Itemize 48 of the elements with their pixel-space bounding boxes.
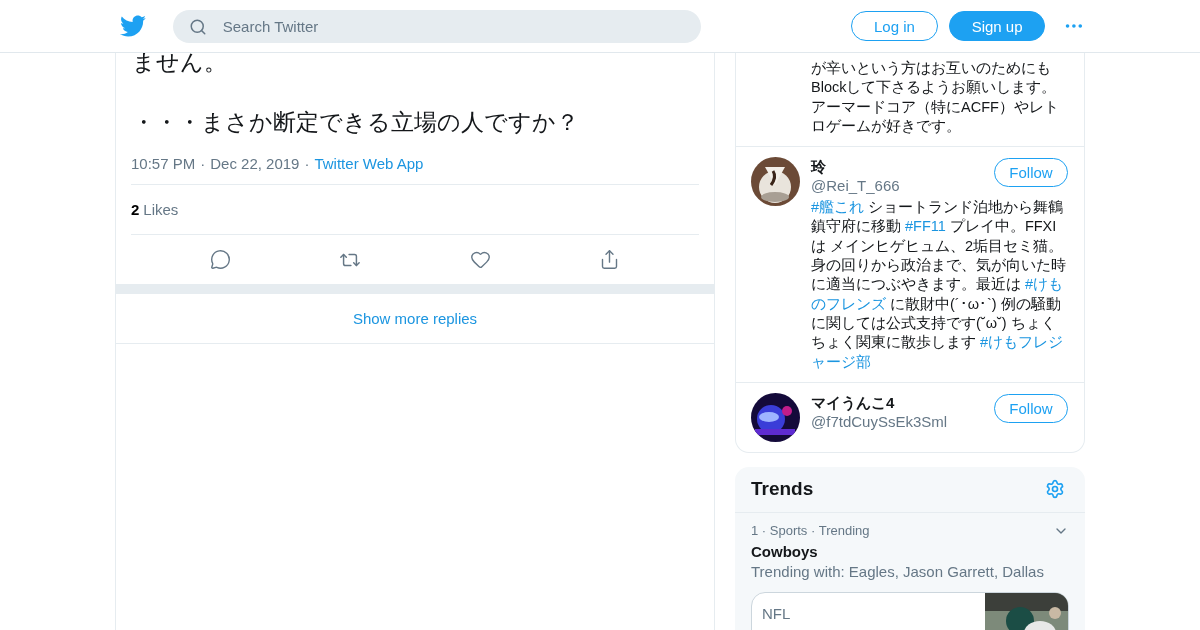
bio-line: は メインヒゲヒュム、2垢目セミ猫。 xyxy=(811,236,1065,256)
likes-count: 2 xyxy=(131,201,140,218)
signup-button[interactable]: Sign up xyxy=(949,11,1046,41)
trend-context: Trending with: Eagles, Jason Garrett, Dallas xyxy=(751,562,1045,580)
bio-line: のフレンズ に散財中(´･ω･`) 例の騒動 xyxy=(811,294,1062,314)
timestamp: Dec 22, 2019 xyxy=(210,155,300,172)
bio-line: に関しては公式支持です(˘ω˘) ちょく xyxy=(811,313,1057,333)
trend-meta: 1 · Sports · Trending xyxy=(751,522,870,539)
tweet-text: ません。 xyxy=(132,48,228,77)
user-name[interactable]: マイうんこ4 xyxy=(811,392,948,412)
follow-button[interactable]: Follow xyxy=(994,393,1068,423)
timestamp: 10:57 PM xyxy=(131,155,196,172)
hashtag-link[interactable]: #FF11 xyxy=(905,218,946,235)
source-link[interactable]: Twitter Web App xyxy=(314,155,424,172)
hashtag-link[interactable]: #けもフレジ xyxy=(980,334,1064,351)
bio-line: 鎮守府に移動 #FF11 プレイ中。FFXI xyxy=(811,217,1058,237)
bio-line: が辛いという方はお互いのためにも xyxy=(811,59,1052,78)
login-button[interactable]: Log in xyxy=(850,11,938,41)
bio-line: #艦これ ショートランド泊地から舞鶴 xyxy=(811,198,1065,218)
bio-line: ロゲームが好きです。 xyxy=(811,116,962,136)
reply-icon[interactable] xyxy=(210,249,232,270)
bio-line: 身の回りから政治まで、気が向いた時 xyxy=(811,256,1067,276)
hashtag-link[interactable]: ャージ部 xyxy=(811,353,871,370)
trend-name[interactable]: Cowboys xyxy=(751,542,1069,560)
news-label: NFL xyxy=(761,603,792,624)
news-card[interactable]: NFL xyxy=(751,591,1069,630)
user-handle: @f7tdCuySsEk3Sml xyxy=(811,411,948,432)
bio-line: ちょく関東に散歩します #けもフレジ xyxy=(811,333,1065,353)
hashtag-link[interactable]: #けも xyxy=(1025,276,1064,293)
twitter-bird-icon[interactable] xyxy=(120,13,146,39)
show-more-replies-link[interactable]: Show more replies xyxy=(116,294,714,344)
tweet-text: ・・・まさか断定できる立場の人ですか？ xyxy=(132,108,580,137)
bio-line: Blockして下さるようお願いします。 xyxy=(811,78,1058,98)
like-icon[interactable] xyxy=(469,249,491,270)
separator: · xyxy=(304,155,310,172)
user-handle: @Rei_T_666 xyxy=(811,176,900,197)
search-field[interactable]: Search Twitter xyxy=(172,9,701,43)
hashtag-link[interactable]: のフレンズ xyxy=(811,295,886,312)
bio-line: に適当につぶやきます。最近は #けも xyxy=(811,275,1065,295)
user-name[interactable]: 玲 xyxy=(811,157,900,177)
bio-line: アーマードコア（特にACFF）やレト xyxy=(811,97,1060,117)
search-icon xyxy=(188,17,207,36)
separator: · xyxy=(200,155,206,172)
settings-icon[interactable] xyxy=(1045,479,1065,500)
follow-button[interactable]: Follow xyxy=(994,158,1068,188)
hashtag-link[interactable]: #艦これ xyxy=(811,199,865,216)
trends-title: Trends xyxy=(751,478,814,501)
likes-label[interactable]: Likes xyxy=(143,201,179,218)
